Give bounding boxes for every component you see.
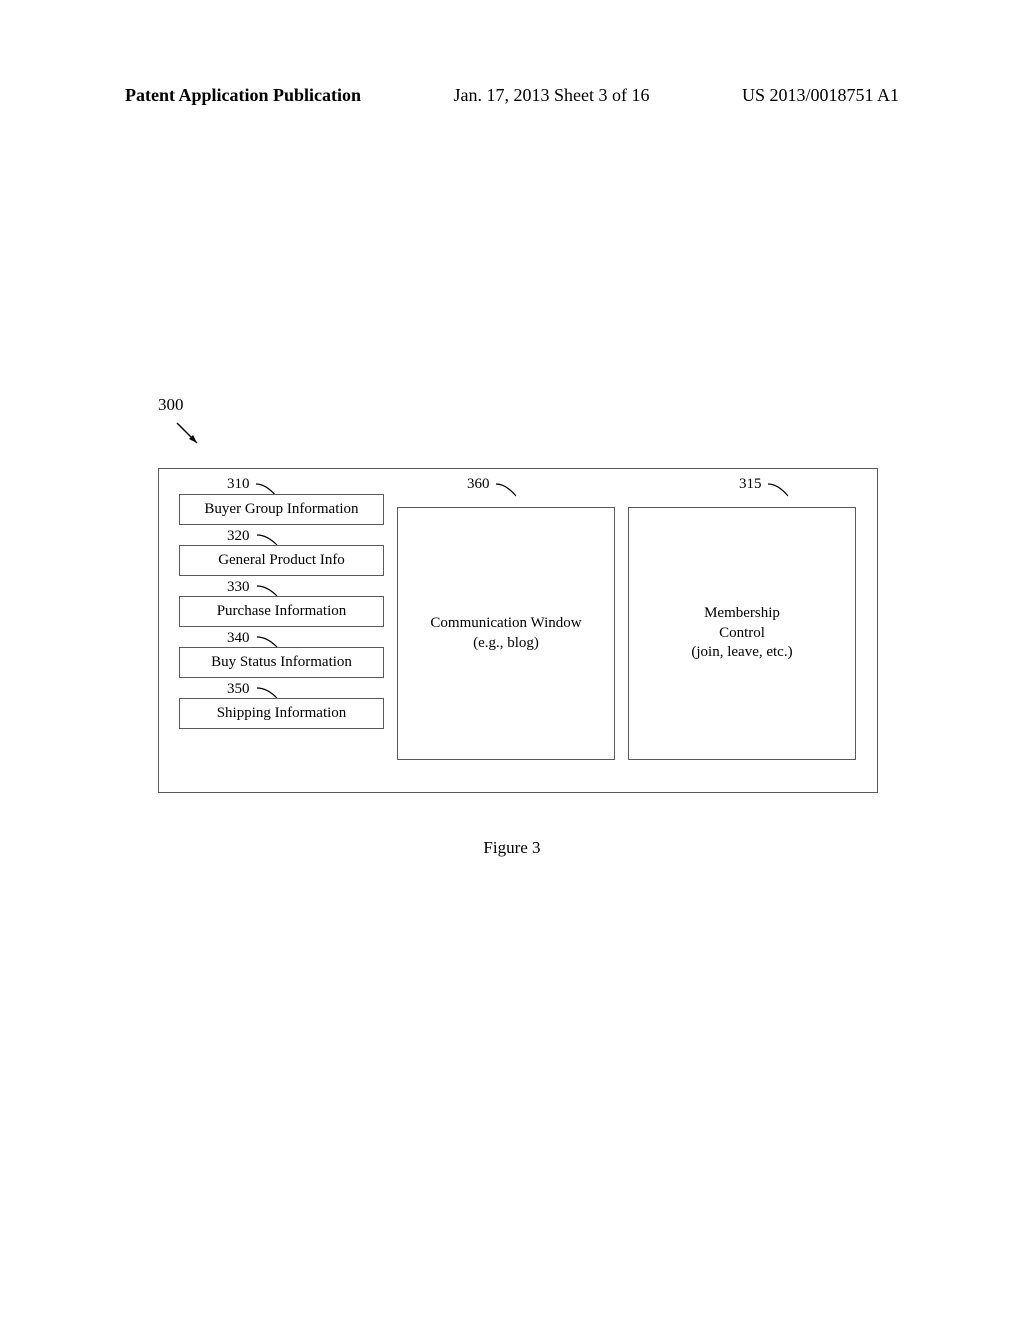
ref-320: 320 (227, 528, 250, 544)
ref-310: 310 (227, 476, 250, 493)
box-320-label: General Product Info (218, 552, 345, 568)
ref-340: 340 (227, 630, 250, 646)
box-340: Buy Status Information (179, 647, 384, 678)
box-350-label: Shipping Information (217, 705, 347, 721)
ref-340-wrap: 340 (179, 627, 384, 647)
box-315-line2: Control (719, 624, 765, 644)
left-column: Buyer Group Information 320 General Prod… (179, 494, 384, 729)
box-315-line1: Membership (704, 604, 780, 624)
header-center: Jan. 17, 2013 Sheet 3 of 16 (454, 85, 650, 106)
box-315: Membership Control (join, leave, etc.) (628, 507, 856, 760)
box-310-label: Buyer Group Information (204, 501, 358, 517)
ref-315: 315 (739, 476, 762, 493)
ref-320-wrap: 320 (179, 525, 384, 545)
ref-330: 330 (227, 579, 250, 595)
box-310: Buyer Group Information (179, 494, 384, 525)
box-340-label: Buy Status Information (211, 654, 352, 670)
ref-360: 360 (467, 476, 490, 493)
box-350: Shipping Information (179, 698, 384, 729)
page-header: Patent Application Publication Jan. 17, … (0, 85, 1024, 106)
box-360: Communication Window (e.g., blog) (397, 507, 615, 760)
box-360-line1: Communication Window (430, 614, 581, 634)
ref-350-wrap: 350 (179, 678, 384, 698)
arrow-315 (766, 482, 806, 502)
ref-350: 350 (227, 681, 250, 697)
ref-330-wrap: 330 (179, 576, 384, 596)
figure-caption: Figure 3 (0, 838, 1024, 858)
box-330-label: Purchase Information (217, 603, 347, 619)
box-360-line2: (e.g., blog) (473, 634, 539, 654)
box-320: General Product Info (179, 545, 384, 576)
header-right: US 2013/0018751 A1 (742, 85, 899, 106)
box-315-line3: (join, leave, etc.) (691, 643, 792, 663)
ref-300: 300 (158, 395, 184, 415)
header-left: Patent Application Publication (125, 85, 361, 106)
box-330: Purchase Information (179, 596, 384, 627)
arrow-300 (172, 418, 212, 458)
outer-container: 310 360 315 Buyer Group Information 320 … (158, 468, 878, 793)
arrow-360 (494, 482, 534, 502)
